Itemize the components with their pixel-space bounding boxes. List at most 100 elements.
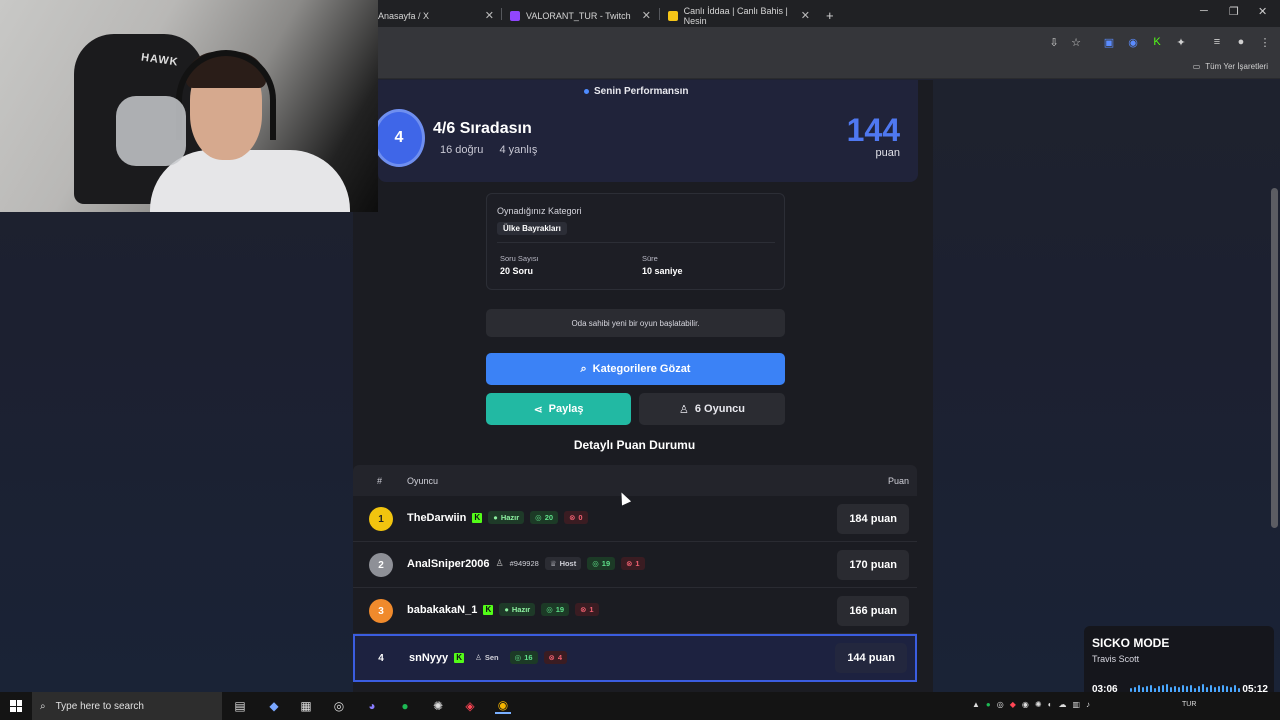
all-bookmarks[interactable]: ▭ Tüm Yer İşaretleri (1193, 62, 1268, 71)
player-name-text: babakakaN_1 (407, 603, 478, 616)
wrong-count: 4 yanlış (499, 144, 538, 156)
table-row[interactable]: 2 AnalSniper2006 ♙ #949928 ♕ Host ◎ 19 ⊗ 1 … (353, 542, 917, 588)
task-view-icon[interactable]: ▤ (232, 698, 248, 714)
players-label: 6 Oyuncu (694, 403, 745, 415)
tab-x[interactable]: Anasayfa / X ✕ (370, 4, 500, 27)
all-bookmarks-label: Tüm Yer İşaretleri (1205, 62, 1268, 71)
correct-text: 16 (524, 653, 533, 662)
status-badge: ● Hazır (488, 511, 525, 524)
star-icon[interactable]: ☆ (1069, 35, 1083, 49)
share-button[interactable]: ⋖ Paylaş (486, 393, 631, 425)
check-circle-icon: ◎ (514, 653, 522, 662)
tray-icon[interactable]: ▲ (972, 700, 980, 709)
tab-nesine[interactable]: Canlı İddaa | Canlı Bahis | Nesin ✕ (660, 4, 816, 27)
spotify-icon[interactable]: ● (397, 698, 413, 714)
extensions-icon[interactable]: ✦ (1174, 35, 1188, 49)
taskbar-search[interactable]: ⌕ Type here to search (32, 692, 222, 720)
check-icon: ● (493, 513, 498, 522)
check-circle-icon: ◎ (592, 559, 599, 568)
steam-icon[interactable]: ✺ (430, 698, 446, 714)
song-artist: Travis Scott (1092, 654, 1140, 664)
volume-icon[interactable]: ♪ (1086, 700, 1090, 709)
tab-nesine-label: Canlı İddaa | Canlı Bahis | Nesin (683, 5, 788, 26)
tray-icon[interactable]: ◉ (1022, 700, 1029, 709)
points-badge: 170 puan (837, 550, 909, 580)
extension-wave-icon[interactable]: ◉ (1126, 35, 1140, 49)
folder-icon: ▭ (1192, 62, 1201, 71)
tray-icon[interactable]: ◐ (1048, 700, 1053, 709)
network-icon[interactable]: ▥ (1072, 700, 1080, 709)
detail-title: Detaylı Puan Durumu (573, 438, 696, 452)
translate-icon[interactable]: ▣ (1102, 35, 1116, 49)
now-playing-widget: SICKO MODE Travis Scott 03:06 05:12 (1084, 626, 1274, 702)
taskbar: ⌕ Type here to search ▤ ◆ ▦ ◎ ◕ ● ✺ ◈ ◉ … (0, 692, 1280, 720)
divider (497, 242, 775, 243)
you-text: Sen (484, 653, 499, 662)
rank-number: 4 (378, 652, 384, 664)
app-icon[interactable]: ◎ (331, 698, 347, 714)
media-icon[interactable]: ≡ (1210, 35, 1224, 49)
copilot-icon[interactable]: ◆ (266, 698, 282, 714)
host-notice: Oda sahibi yeni bir oyun başlatabilir. (486, 309, 785, 337)
x-circle-icon: ⊗ (548, 653, 555, 662)
table-row[interactable]: 3 babakakaN_1 K ● Hazır ◎ 19 ⊗ 1 166 puan (353, 588, 917, 634)
valorant-icon[interactable]: ◈ (462, 698, 478, 714)
host-text: Host (559, 559, 577, 568)
performance-label-text: Senin Performansın (594, 86, 689, 97)
crown-icon: ♕ (549, 559, 557, 568)
restore-icon[interactable]: ❐ (1229, 5, 1239, 18)
user-icon: ♙ (679, 403, 689, 416)
col-player: Oyuncu (407, 476, 439, 486)
table-row[interactable]: 1 TheDarwiin K ● Hazır ◎ 20 ⊗ 0 184 puan (353, 496, 917, 542)
close-icon[interactable]: ✕ (485, 9, 494, 22)
check-circle-icon: ◎ (546, 605, 553, 614)
windows-start-icon[interactable] (10, 700, 22, 712)
score-unit: puan (875, 147, 900, 159)
score-value: 144 (846, 112, 900, 148)
tab-x-label: Anasayfa / X (378, 10, 430, 21)
minimize-icon[interactable]: ─ (1200, 5, 1208, 17)
chrome-icon[interactable]: ◉ (495, 698, 511, 714)
kick-icon: K (483, 604, 494, 615)
check-icon: ● (504, 605, 509, 614)
table-row-current-user[interactable]: 4 snNyyy K ♙ Sen ◎ 16 ⊗ 4 144 puan (353, 634, 917, 682)
language-indicator[interactable]: TUR (1182, 701, 1196, 708)
browse-label: Kategorilere Gözat (592, 363, 691, 375)
browse-categories-button[interactable]: ⌕ Kategorilere Gözat (486, 353, 785, 385)
close-icon[interactable]: ✕ (801, 9, 810, 22)
rank-title: 4/6 Sıradasın (433, 120, 532, 137)
tray-icon[interactable]: ◆ (1010, 700, 1016, 709)
menu-icon[interactable]: ⋮ (1258, 35, 1272, 49)
players-button[interactable]: ♙ 6 Oyuncu (639, 393, 785, 425)
discord-icon[interactable]: ◕ (364, 698, 380, 714)
correct-badge: ◎ 16 (509, 651, 538, 664)
profile-avatar[interactable]: ● (1234, 35, 1248, 49)
rank-number: 1 (369, 507, 393, 531)
system-tray: ▲ ● ◎ ◆ ◉ ✺ ◐ ☁ ▥ ♪ (972, 700, 1090, 709)
player-name-text: AnalSniper2006 (407, 557, 490, 570)
close-icon[interactable]: ✕ (642, 9, 651, 22)
install-icon[interactable]: ⇩ (1047, 35, 1061, 49)
kick-icon: K (454, 652, 465, 663)
performance-label: Senin Performansın (584, 86, 688, 97)
window-close-icon[interactable]: ✕ (1258, 5, 1267, 18)
rank-badge: 4 (376, 112, 422, 164)
tab-twitch[interactable]: VALORANT_TUR - Twitch ✕ (502, 4, 657, 27)
host-badge: ♕ Host (544, 557, 582, 570)
wrong-text: 4 (557, 653, 562, 662)
kick-extension-icon[interactable]: K (1150, 35, 1164, 49)
question-count-label: Soru Sayısı (500, 254, 539, 263)
spotify-tray-icon[interactable]: ● (986, 700, 991, 709)
cloud-icon[interactable]: ☁ (1058, 700, 1066, 709)
tray-icon[interactable]: ◎ (997, 700, 1004, 709)
store-icon[interactable]: ▦ (298, 698, 314, 714)
x-circle-icon: ⊗ (626, 559, 633, 568)
new-tab-button[interactable]: + (818, 4, 838, 27)
points-badge: 184 puan (837, 504, 909, 534)
wrong-badge: ⊗ 4 (543, 651, 567, 664)
scrollbar[interactable] (1271, 188, 1278, 528)
wrong-text: 1 (589, 605, 594, 614)
correct-badge: ◎ 19 (587, 557, 616, 570)
user-icon: ♙ (475, 653, 482, 662)
tray-icon[interactable]: ✺ (1035, 700, 1042, 709)
